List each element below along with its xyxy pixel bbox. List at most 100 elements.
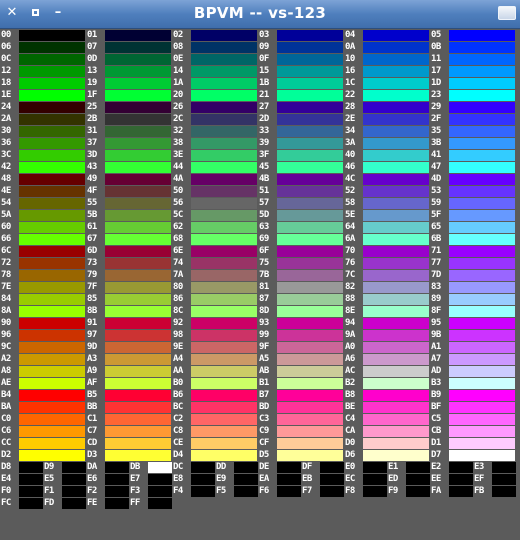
color-swatch[interactable] [277,390,343,401]
palette-cell-75[interactable]: 75 [259,258,343,269]
palette-cell-24[interactable]: 24 [1,102,85,113]
color-swatch[interactable] [19,54,85,65]
color-swatch[interactable] [191,78,257,89]
palette-cell-8E[interactable]: 8E [345,306,429,317]
palette-cell-76[interactable]: 76 [345,258,429,269]
color-swatch[interactable] [363,102,429,113]
palette-cell-49[interactable]: 49 [87,174,171,185]
palette-cell-3F[interactable]: 3F [259,150,343,161]
palette-cell-7F[interactable]: 7F [87,282,171,293]
color-swatch[interactable] [62,462,86,473]
color-swatch[interactable] [105,282,171,293]
palette-cell-F2[interactable]: F2 [87,486,129,497]
color-swatch[interactable] [363,54,429,65]
palette-cell-CC[interactable]: CC [1,438,85,449]
palette-cell-CF[interactable]: CF [259,438,343,449]
color-swatch[interactable] [19,426,85,437]
color-swatch[interactable] [277,174,343,185]
color-swatch[interactable] [449,210,515,221]
color-swatch[interactable] [148,474,172,485]
color-swatch[interactable] [449,390,515,401]
palette-cell-D2[interactable]: D2 [1,450,85,461]
palette-cell-0A[interactable]: 0A [345,42,429,53]
palette-cell-03[interactable]: 03 [259,30,343,41]
color-swatch[interactable] [277,186,343,197]
color-swatch[interactable] [277,306,343,317]
palette-cell-88[interactable]: 88 [345,294,429,305]
palette-cell-41[interactable]: 41 [431,150,515,161]
color-swatch[interactable] [191,438,257,449]
color-swatch[interactable] [19,366,85,377]
palette-cell-7D[interactable]: 7D [431,270,515,281]
palette-cell-FA[interactable]: FA [431,486,473,497]
color-swatch[interactable] [19,258,85,269]
color-swatch[interactable] [363,126,429,137]
palette-cell-AD[interactable]: AD [431,366,515,377]
palette-cell-07[interactable]: 07 [87,42,171,53]
color-swatch[interactable] [148,486,172,497]
color-swatch[interactable] [277,54,343,65]
color-swatch[interactable] [105,378,171,389]
color-swatch[interactable] [277,342,343,353]
title-bar[interactable]: ✕ – BPVM -- vs-123 [0,0,520,29]
palette-cell-E6[interactable]: E6 [87,474,129,485]
palette-cell-20[interactable]: 20 [173,90,257,101]
palette-cell-4A[interactable]: 4A [173,174,257,185]
color-swatch[interactable] [449,426,515,437]
color-swatch[interactable] [105,246,171,257]
color-swatch[interactable] [105,174,171,185]
color-swatch[interactable] [191,162,257,173]
color-swatch[interactable] [105,354,171,365]
window-menu-icon[interactable] [498,6,516,20]
palette-cell-96[interactable]: 96 [1,330,85,341]
color-swatch[interactable] [105,258,171,269]
color-swatch[interactable] [449,66,515,77]
palette-cell-23[interactable]: 23 [431,90,515,101]
palette-cell-22[interactable]: 22 [345,90,429,101]
palette-cell-64[interactable]: 64 [345,222,429,233]
palette-cell-DC[interactable]: DC [173,462,215,473]
color-swatch[interactable] [191,294,257,305]
color-swatch[interactable] [62,498,86,509]
palette-cell-BA[interactable]: BA [1,402,85,413]
color-swatch[interactable] [277,102,343,113]
palette-cell-A8[interactable]: A8 [1,366,85,377]
color-swatch[interactable] [105,66,171,77]
palette-cell-FC[interactable]: FC [1,498,43,509]
color-swatch[interactable] [191,198,257,209]
color-swatch[interactable] [105,198,171,209]
palette-cell-6C[interactable]: 6C [1,246,85,257]
palette-cell-DA[interactable]: DA [87,462,129,473]
color-swatch[interactable] [191,42,257,53]
palette-cell-94[interactable]: 94 [345,318,429,329]
color-swatch[interactable] [363,390,429,401]
palette-cell-3B[interactable]: 3B [431,138,515,149]
color-swatch[interactable] [277,210,343,221]
color-swatch[interactable] [277,402,343,413]
palette-cell-8B[interactable]: 8B [87,306,171,317]
palette-cell-0E[interactable]: 0E [173,54,257,65]
color-swatch[interactable] [449,366,515,377]
color-swatch[interactable] [19,318,85,329]
color-swatch[interactable] [277,474,301,485]
color-swatch[interactable] [191,54,257,65]
palette-cell-29[interactable]: 29 [431,102,515,113]
color-swatch[interactable] [105,342,171,353]
palette-cell-F6[interactable]: F6 [259,486,301,497]
palette-cell-46[interactable]: 46 [345,162,429,173]
color-swatch[interactable] [19,270,85,281]
palette-cell-9A[interactable]: 9A [345,330,429,341]
color-swatch[interactable] [449,150,515,161]
palette-cell-AC[interactable]: AC [345,366,429,377]
palette-cell-67[interactable]: 67 [87,234,171,245]
palette-cell-55[interactable]: 55 [87,198,171,209]
palette-cell-99[interactable]: 99 [259,330,343,341]
palette-cell-68[interactable]: 68 [173,234,257,245]
palette-cell-35[interactable]: 35 [431,126,515,137]
palette-cell-92[interactable]: 92 [173,318,257,329]
palette-cell-C1[interactable]: C1 [87,414,171,425]
color-swatch[interactable] [363,138,429,149]
color-swatch[interactable] [191,102,257,113]
palette-cell-ED[interactable]: ED [388,474,430,485]
color-swatch[interactable] [191,234,257,245]
